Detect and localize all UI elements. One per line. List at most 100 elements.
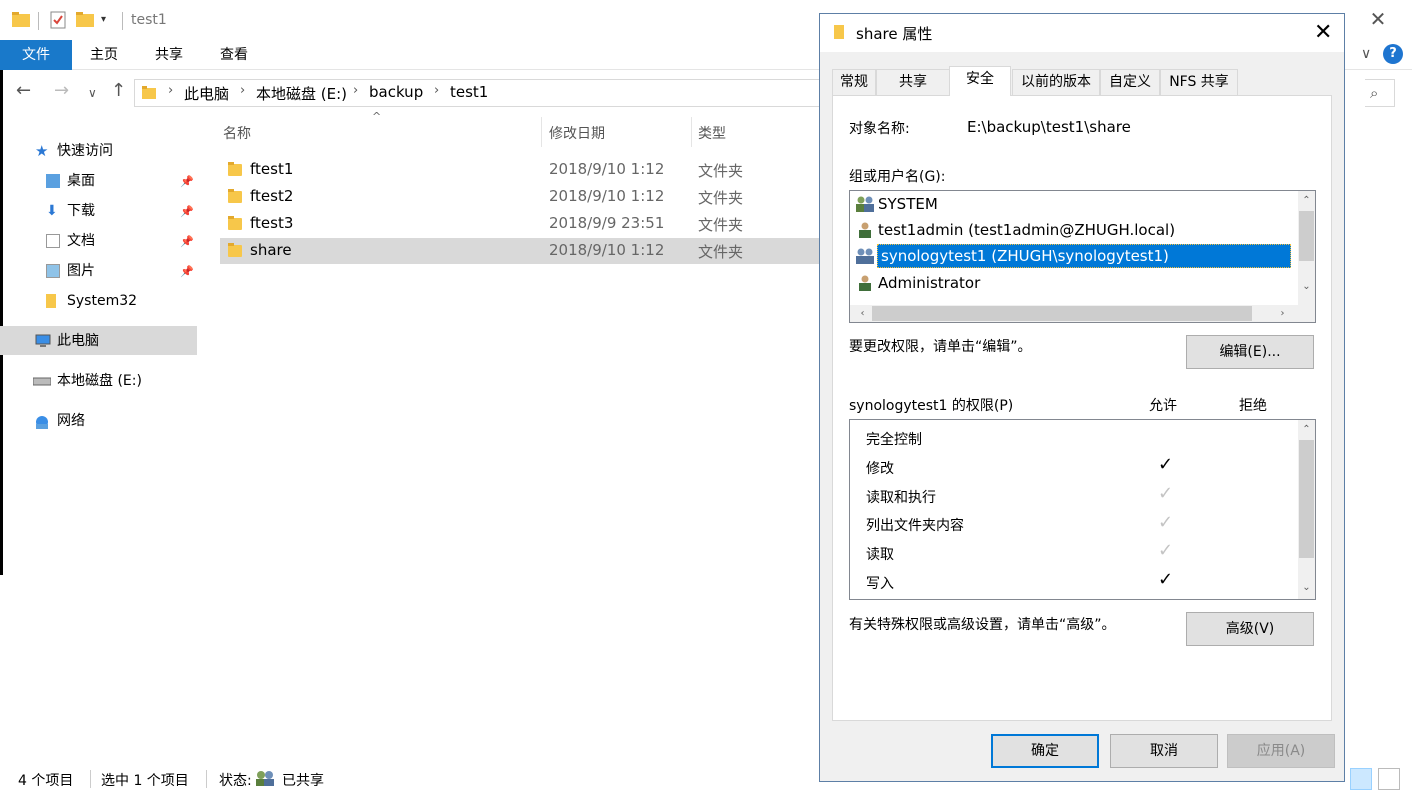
user-item-synologytest1[interactable]: synologytest1 (ZHUGH\synologytest1) [877,244,1291,268]
user-icon [859,275,871,291]
recent-locations-icon[interactable]: ∨ [88,86,97,100]
up-icon[interactable]: ↑ [111,80,126,101]
chevron-down-icon[interactable]: ∨ [1361,46,1371,62]
tab-previous-versions[interactable]: 以前的版本 [1012,69,1100,95]
scroll-down-icon[interactable]: ⌄ [1298,580,1315,596]
large-icons-view-icon[interactable] [1378,768,1400,790]
deny-column-label: 拒绝 [1239,398,1267,414]
sidebar-item-local-disk[interactable]: 本地磁盘 (E:) [57,368,142,394]
allow-check-icon: ✓ [1158,483,1174,504]
sidebar-item-quick-access[interactable]: 快速访问 [57,138,113,164]
tab-sharing[interactable]: 共享 [876,69,950,95]
details-view-icon[interactable] [1350,768,1372,790]
close-icon[interactable]: ✕ [1368,9,1388,29]
sidebar-item-system32[interactable]: System32 [67,288,137,314]
folder-icon [228,243,242,257]
file-row-selected[interactable]: share 2018/9/10 1:12 文件夹 [220,238,820,264]
sidebar-item-pictures[interactable]: 图片 [67,258,95,284]
file-row[interactable]: ftest3 2018/9/9 23:51 文件夹 [220,211,820,237]
pictures-icon [46,264,60,278]
users-hscrollbar[interactable]: ‹ › [850,305,1315,322]
security-panel: 对象名称: E:\backup\test1\share 组或用户名(G): SY… [832,95,1332,721]
breadcrumb-local-disk[interactable]: 本地磁盘 (E:) [256,83,347,104]
group-icon [856,248,874,264]
permission-read: 读取 [866,547,894,563]
scroll-right-icon[interactable]: › [1274,306,1291,322]
scroll-thumb[interactable] [1299,211,1314,261]
permissions-list[interactable]: 完全控制 修改 ✓ 读取和执行 ✓ 列出文件夹内容 ✓ 读取 ✓ 写入 ✓ ⌃ … [849,419,1316,600]
file-name: ftest2 [250,187,294,205]
breadcrumb-test1[interactable]: test1 [450,83,488,101]
folder-icon [142,86,156,99]
forward-icon[interactable]: → [54,80,69,101]
ok-button[interactable]: 确定 [991,734,1099,768]
pin-icon[interactable]: 📌 [180,235,194,248]
cancel-button[interactable]: 取消 [1110,734,1218,768]
file-row[interactable]: ftest2 2018/9/10 1:12 文件夹 [220,184,820,210]
allow-check-icon: ✓ [1158,569,1174,590]
qat-dropdown-icon[interactable]: ▾ [101,14,106,25]
object-name-value: E:\backup\test1\share [967,118,1131,136]
scroll-up-icon[interactable]: ⌃ [1298,422,1315,438]
properties-dialog: share 属性 ✕ 常规 共享 安全 以前的版本 自定义 NFS 共享 对象名… [819,13,1345,782]
new-folder-icon[interactable] [76,11,94,27]
pin-icon[interactable]: 📌 [180,205,194,218]
sidebar-item-downloads[interactable]: 下载 [67,198,95,224]
tab-general[interactable]: 常规 [832,69,876,95]
back-icon[interactable]: ← [16,80,31,101]
search-icon[interactable]: ⌕ [1370,84,1378,102]
sidebar-item-documents[interactable]: 文档 [67,228,95,254]
folder-icon[interactable] [12,11,30,27]
window-title: test1 [131,12,167,28]
sidebar-item-network[interactable]: 网络 [57,408,85,434]
properties-icon[interactable] [50,11,66,29]
column-date[interactable]: 修改日期 [549,123,605,143]
file-row[interactable]: ftest1 2018/9/10 1:12 文件夹 [220,157,820,183]
file-type: 文件夹 [698,189,744,207]
sidebar-item-desktop[interactable]: 桌面 [67,168,95,194]
tab-home[interactable]: 主页 [80,40,128,70]
tab-nfs-sharing[interactable]: NFS 共享 [1160,69,1238,95]
pin-icon[interactable]: 📌 [180,265,194,278]
breadcrumb-this-pc[interactable]: 此电脑 [184,83,229,104]
document-icon [46,234,60,248]
dialog-title: share 属性 [856,25,933,43]
users-scrollbar[interactable]: ⌃ ⌄ [1298,191,1315,305]
tab-file[interactable]: 文件 [0,40,72,70]
user-item-administrator[interactable]: Administrator [878,270,980,296]
advanced-button[interactable]: 高级(V) [1186,612,1314,646]
allow-check-icon: ✓ [1158,454,1174,475]
scroll-left-icon[interactable]: ‹ [854,306,871,322]
folder-icon [834,25,844,39]
column-divider[interactable] [541,117,542,147]
scroll-up-icon[interactable]: ⌃ [1298,193,1315,209]
column-name[interactable]: 名称 [223,123,251,143]
folder-icon [228,216,242,230]
breadcrumb-separator: › [168,83,174,98]
scroll-down-icon[interactable]: ⌄ [1298,279,1315,295]
permission-modify: 修改 [866,461,894,477]
permissions-scrollbar[interactable]: ⌃ ⌄ [1298,420,1315,599]
apply-button[interactable]: 应用(A) [1227,734,1335,768]
breadcrumb-separator: › [434,83,440,98]
file-type: 文件夹 [698,162,744,180]
folder-icon [228,189,242,203]
tab-share[interactable]: 共享 [145,40,193,70]
close-icon[interactable]: ✕ [1314,20,1332,45]
edit-button[interactable]: 编辑(E)... [1186,335,1314,369]
breadcrumb-backup[interactable]: backup [369,83,423,101]
tab-customize[interactable]: 自定义 [1100,69,1160,95]
file-name: ftest3 [250,214,294,232]
tab-security[interactable]: 安全 [949,66,1011,96]
column-divider[interactable] [691,117,692,147]
tab-view[interactable]: 查看 [210,40,258,70]
column-type[interactable]: 类型 [698,123,726,143]
user-item-test1admin[interactable]: test1admin (test1admin@ZHUGH.local) [878,217,1175,243]
sidebar-item-this-pc[interactable]: 此电脑 [57,328,99,354]
pin-icon[interactable]: 📌 [180,175,194,188]
users-listbox[interactable]: SYSTEM test1admin (test1admin@ZHUGH.loca… [849,190,1316,323]
scroll-thumb[interactable] [872,306,1252,321]
user-item-system[interactable]: SYSTEM [878,191,938,217]
scroll-thumb[interactable] [1299,440,1314,558]
help-icon[interactable]: ? [1383,44,1403,64]
